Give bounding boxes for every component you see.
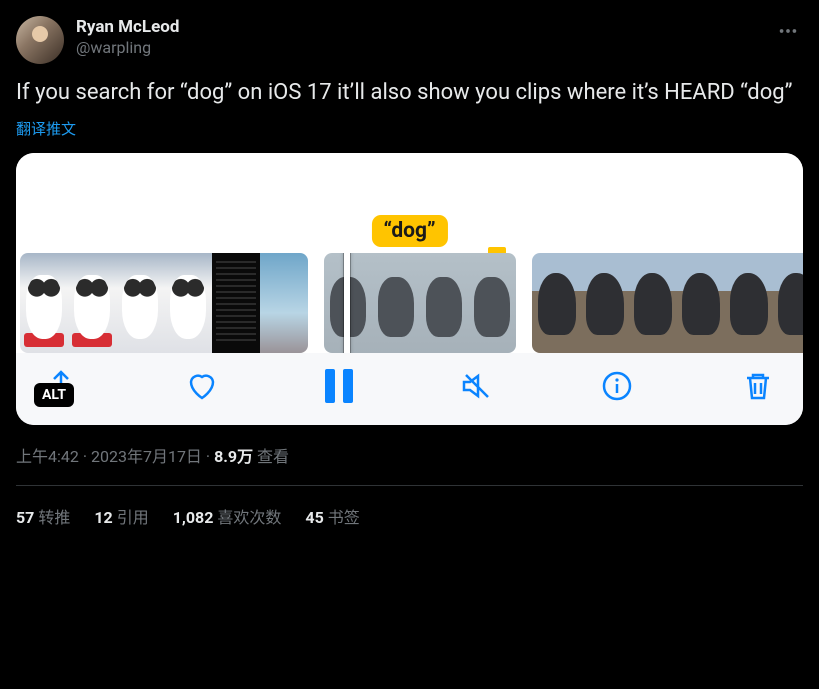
retweets-count[interactable]: 57转推 [16, 504, 70, 528]
video-frame [260, 253, 308, 353]
author-handle: @warpling [76, 38, 761, 58]
tweet-meta[interactable]: 上午4:42 · 2023年7月17日 · 8.9万 查看 [16, 443, 803, 486]
video-frame [468, 253, 516, 353]
video-timeline[interactable] [16, 253, 803, 353]
video-frame [724, 253, 772, 353]
views-label: 查看 [257, 447, 289, 466]
tweet-container: Ryan McLeod @warpling If you search for … [0, 0, 819, 562]
display-name: Ryan McLeod [76, 16, 761, 38]
engagement-counts: 57转推 12引用 1,082喜欢次数 45书签 [16, 486, 803, 546]
clip-group[interactable] [20, 253, 308, 353]
more-icon[interactable] [773, 16, 803, 46]
video-frame [212, 253, 260, 353]
media-toolbar [16, 353, 803, 425]
author-block[interactable]: Ryan McLeod @warpling [76, 16, 761, 58]
info-icon[interactable] [600, 369, 634, 403]
video-frame [372, 253, 420, 353]
media-header-area: “dog” [16, 153, 803, 253]
pause-icon[interactable] [325, 369, 353, 403]
video-frame [628, 253, 676, 353]
video-frame [676, 253, 724, 353]
media-card[interactable]: “dog” [16, 153, 803, 425]
clip-group[interactable] [324, 253, 516, 353]
translate-link[interactable]: 翻译推文 [16, 118, 76, 139]
video-frame [116, 253, 164, 353]
video-frame [580, 253, 628, 353]
clip-group[interactable] [532, 253, 803, 353]
quotes-count[interactable]: 12引用 [94, 504, 148, 528]
avatar[interactable] [16, 16, 64, 64]
tweet-text: If you search for “dog” on iOS 17 it’ll … [16, 78, 803, 108]
post-time: 上午4:42 [16, 447, 79, 466]
likes-count[interactable]: 1,082喜欢次数 [173, 504, 282, 528]
playhead-icon[interactable] [344, 253, 350, 353]
video-frame [772, 253, 803, 353]
views-count: 8.9万 [214, 447, 253, 466]
alt-badge[interactable]: ALT [34, 383, 74, 407]
heart-icon[interactable] [185, 369, 219, 403]
video-frame [532, 253, 580, 353]
mute-icon[interactable] [460, 369, 494, 403]
tweet-header: Ryan McLeod @warpling [16, 16, 803, 64]
search-term-badge: “dog” [371, 215, 447, 247]
video-frame [164, 253, 212, 353]
bookmarks-count[interactable]: 45书签 [305, 504, 359, 528]
post-date: 2023年7月17日 [91, 447, 202, 466]
video-frame [20, 253, 68, 353]
video-frame [68, 253, 116, 353]
trash-icon[interactable] [741, 369, 775, 403]
video-frame [420, 253, 468, 353]
